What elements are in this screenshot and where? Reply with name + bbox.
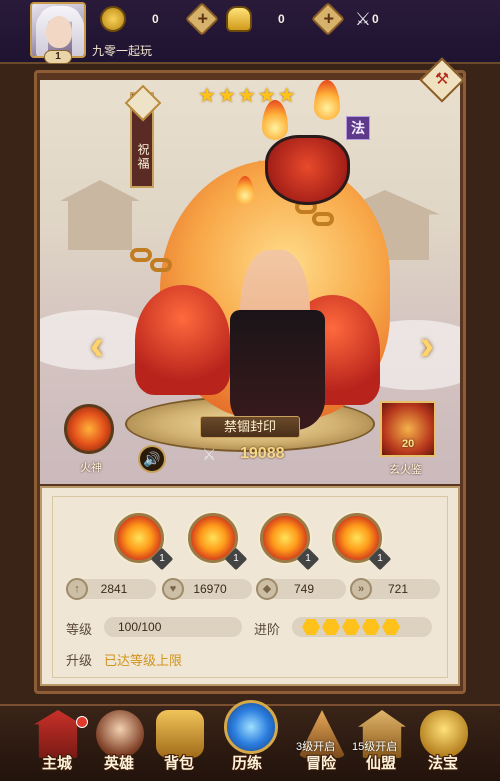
coin-icon [100,6,126,32]
nav-treasure[interactable]: 法宝 [428,752,458,773]
gold-ingot-icon [226,6,252,32]
chain-link [312,212,334,226]
prev-hero-arrow[interactable]: ‹ [90,324,104,366]
upgrade-label: 升级 [66,653,93,668]
sound-button[interactable]: 🔊 [138,445,166,473]
hero-dress [230,310,325,430]
chain-link [130,248,152,262]
backpack-icon[interactable] [156,710,204,758]
level-label: 等级 [66,622,93,637]
star-icon: ★ [198,85,216,107]
fire-god-label: 火神 [80,462,102,474]
star-icon: ★ [217,85,236,107]
next-hero-arrow[interactable]: › [420,324,434,366]
advance-label: 进阶 [254,622,281,637]
artifact-label: 玄火鉴 [389,464,422,476]
skill-level-badge: 1 [296,547,320,571]
fire-god-skill-icon[interactable] [64,404,114,454]
plus-icon: + [323,8,334,29]
upgrade-status: 已达等级上限 [104,653,183,668]
speaker-icon: 🔊 [143,451,161,467]
chain-link [150,258,172,272]
sword-icon: ⚔ [202,447,217,464]
flame [314,80,340,120]
star-icon: ★ [257,85,276,107]
nav-backpack[interactable]: 背包 [164,752,194,773]
speed-icon: » [350,578,372,600]
hero-stars: ★ ★ ★ ★ ★ [198,86,296,106]
player-name: 九零一起玩 [92,44,153,58]
treasure-gourd-icon[interactable] [420,710,468,758]
advance-hex-icon [382,619,400,635]
advance-hex-icon [342,619,360,635]
power-value: 19088 [240,445,285,462]
shield-icon: ◆ [256,578,278,600]
gold-ingot-value: 0 [278,12,285,26]
hero-left-claw [135,285,230,395]
advance-hex-icon [322,619,340,635]
hero-demon-mask [265,135,350,205]
nav-main-city[interactable]: 主城 [42,752,72,773]
skill-level-badge: 1 [368,547,392,571]
hero-class-badge: 法 [346,116,370,140]
power-display: ⚔ 19088 [196,443,316,467]
nav-training[interactable]: 历练 [232,752,262,773]
heart-icon: ♥ [162,578,184,600]
advance-bar[interactable] [292,617,432,637]
avatar-face [46,16,72,48]
plus-icon: + [197,8,208,29]
nav-adventure[interactable]: 冒险 [306,752,336,773]
advance-hex-icon [302,619,320,635]
hammer-icon: ⚒ [434,71,450,88]
nav-alliance[interactable]: 仙盟 [366,752,396,773]
star-icon: ★ [277,85,296,107]
star-icon: ★ [237,85,256,107]
skill-level-badge: 1 [150,547,174,571]
coin-value: 0 [152,12,159,26]
notification-dot [76,716,88,728]
seal-button[interactable]: 禁锢封印 [200,416,300,438]
level-value: 100/100 [104,617,242,637]
skill-level-badge: 1 [224,547,248,571]
palace-left [60,180,140,250]
training-portal-icon[interactable] [224,700,278,754]
attack-icon: ↑ [66,578,88,600]
artifact-level: 20 [402,438,415,450]
crossed-swords-value: 0 [372,12,379,26]
nav-hero[interactable]: 英雄 [104,752,134,773]
advance-hex-icon [362,619,380,635]
player-level-badge: 1 [44,50,72,64]
hero-nav-icon[interactable] [96,710,144,758]
